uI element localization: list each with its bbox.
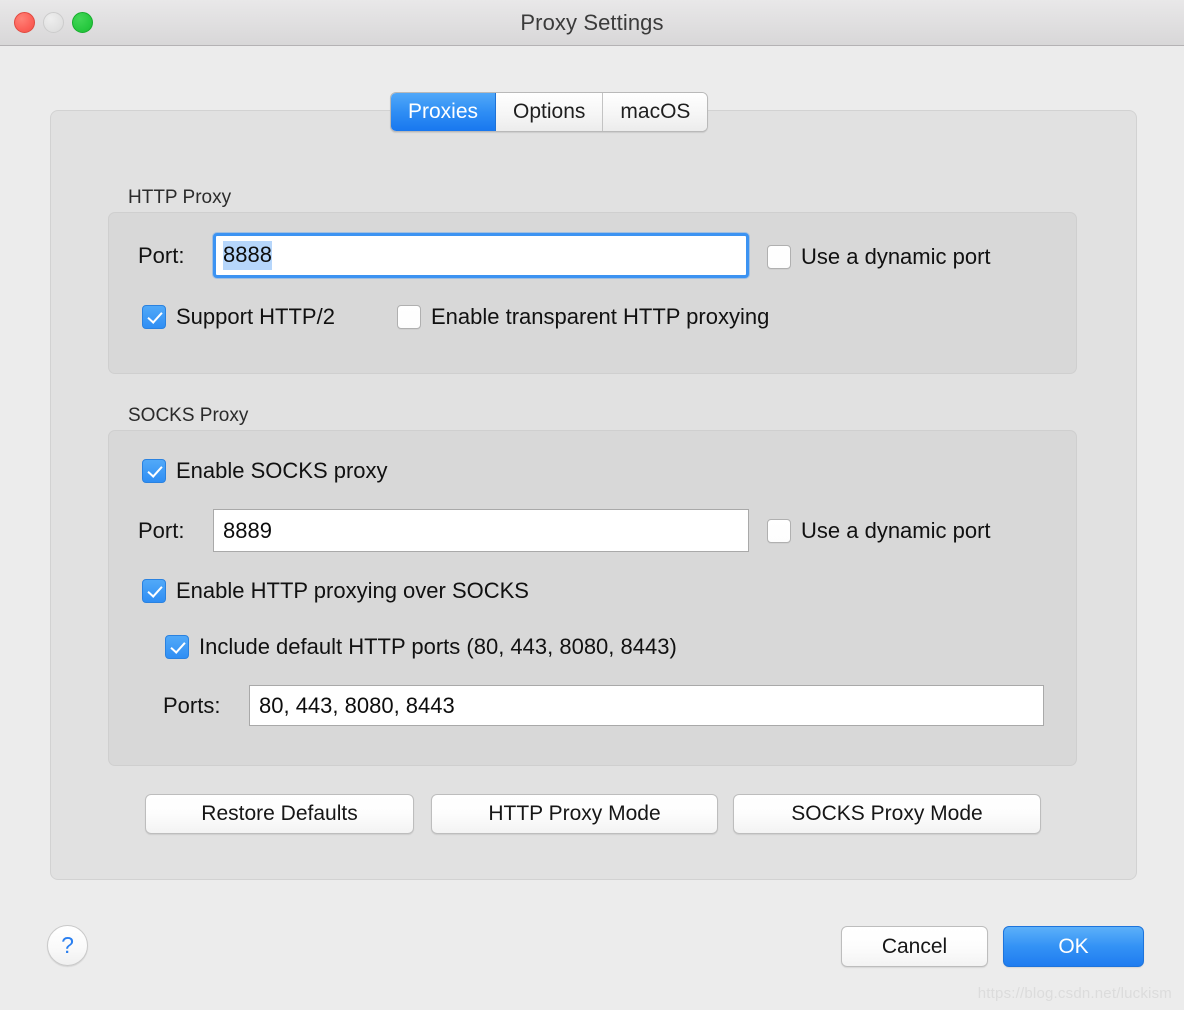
http-port-input[interactable]: 8888 (213, 233, 749, 278)
socks-port-label: Port: (138, 518, 185, 543)
support-http2-checkbox-row[interactable]: Support HTTP/2 (142, 304, 335, 330)
help-button[interactable]: ? (47, 925, 88, 966)
transparent-proxying-label: Enable transparent HTTP proxying (431, 304, 770, 329)
http-proxy-group-label: HTTP Proxy (128, 187, 232, 208)
socks-dynamic-port-label: Use a dynamic port (801, 518, 991, 543)
tab-bar: Proxies Options macOS (390, 92, 709, 132)
socks-proxy-group-label: SOCKS Proxy (128, 405, 249, 426)
http-port-label: Port: (138, 243, 185, 268)
http-over-socks-label: Enable HTTP proxying over SOCKS (176, 578, 529, 603)
title-bar: Proxy Settings (0, 0, 1184, 46)
ok-button[interactable]: OK (1003, 926, 1144, 967)
enable-socks-label: Enable SOCKS proxy (176, 458, 388, 483)
socks-port-input[interactable]: 8889 (213, 509, 749, 552)
http-over-socks-checkbox-row[interactable]: Enable HTTP proxying over SOCKS (142, 578, 529, 604)
http-dynamic-port-checkbox-row[interactable]: Use a dynamic port (767, 244, 991, 270)
http-dynamic-port-label: Use a dynamic port (801, 244, 991, 269)
http-dynamic-port-checkbox[interactable] (767, 245, 791, 269)
enable-socks-checkbox-row[interactable]: Enable SOCKS proxy (142, 458, 388, 484)
window-title: Proxy Settings (520, 10, 664, 35)
http-port-value: 8888 (223, 241, 272, 270)
socks-dynamic-port-checkbox[interactable] (767, 519, 791, 543)
enable-socks-checkbox[interactable] (142, 459, 166, 483)
include-default-ports-checkbox-row[interactable]: Include default HTTP ports (80, 443, 808… (165, 634, 677, 660)
socks-proxy-mode-button[interactable]: SOCKS Proxy Mode (733, 794, 1041, 834)
support-http2-label: Support HTTP/2 (176, 304, 335, 329)
support-http2-checkbox[interactable] (142, 305, 166, 329)
socks-ports-input[interactable]: 80, 443, 8080, 8443 (249, 685, 1044, 726)
socks-port-value: 8889 (223, 517, 272, 543)
include-default-ports-checkbox[interactable] (165, 635, 189, 659)
http-proxy-mode-button[interactable]: HTTP Proxy Mode (431, 794, 718, 834)
watermark-text: https://blog.csdn.net/luckism (977, 985, 1172, 1002)
http-over-socks-checkbox[interactable] (142, 579, 166, 603)
cancel-button[interactable]: Cancel (841, 926, 988, 967)
socks-ports-label: Ports: (163, 693, 221, 718)
restore-defaults-button[interactable]: Restore Defaults (145, 794, 414, 834)
tab-options[interactable]: Options (496, 93, 604, 131)
socks-dynamic-port-checkbox-row[interactable]: Use a dynamic port (767, 518, 991, 544)
tab-proxies[interactable]: Proxies (391, 93, 497, 131)
transparent-proxying-checkbox[interactable] (397, 305, 421, 329)
transparent-proxying-checkbox-row[interactable]: Enable transparent HTTP proxying (397, 304, 769, 330)
socks-ports-value: 80, 443, 8080, 8443 (259, 692, 455, 718)
tab-macos[interactable]: macOS (603, 93, 708, 131)
proxy-settings-window: Proxy Settings Proxies Options macOS HTT… (0, 0, 1184, 1010)
include-default-ports-label: Include default HTTP ports (80, 443, 808… (199, 634, 677, 659)
